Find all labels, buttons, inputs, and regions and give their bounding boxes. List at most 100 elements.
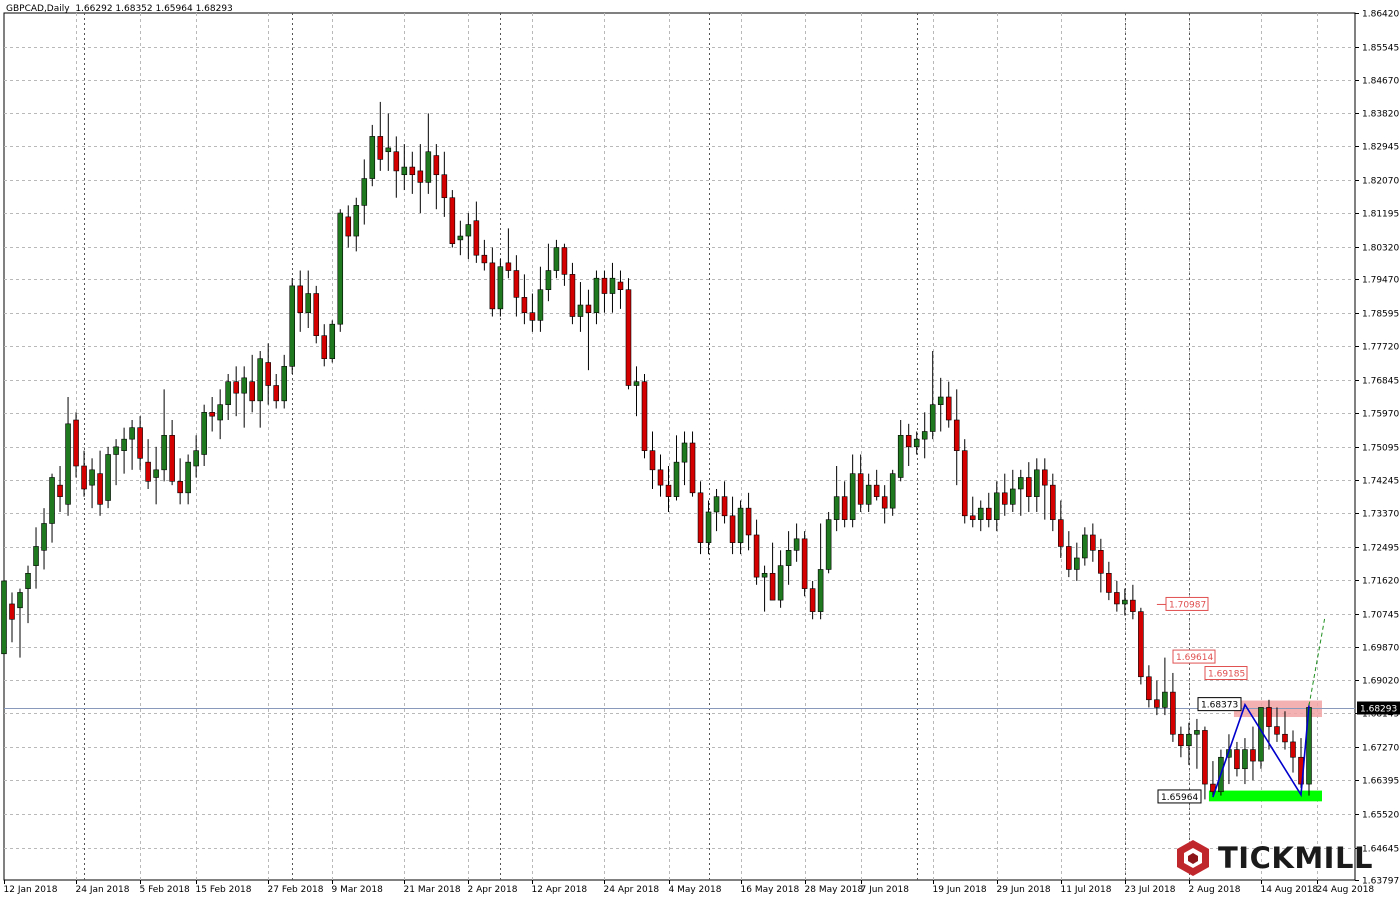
x-tick-label: 27 Feb 2018: [268, 885, 324, 895]
candle: [497, 259, 504, 317]
y-tick-label: 1.76845: [1362, 377, 1399, 387]
y-tick-label: 1.69020: [1362, 677, 1399, 687]
candle-body: [193, 450, 199, 467]
candle-body: [1001, 492, 1008, 505]
candle-body: [809, 588, 816, 612]
candle-body: [1082, 534, 1088, 559]
candle-body: [329, 323, 336, 359]
y-tick-label: 1.73370: [1362, 510, 1399, 520]
y-tick-label: 1.79470: [1362, 276, 1399, 286]
candle-body: [825, 519, 832, 570]
candle-body: [409, 166, 416, 176]
y-tick-label: 1.77720: [1362, 343, 1399, 353]
candle-body: [305, 293, 312, 313]
candle-body: [1186, 733, 1192, 747]
candle-body: [1138, 611, 1144, 678]
candle-body: [289, 285, 296, 367]
hexagon-logo-icon: [1177, 840, 1209, 876]
candle-body: [1290, 741, 1296, 758]
candle-body: [617, 281, 624, 290]
candle-body: [25, 572, 31, 589]
candle-body: [761, 572, 768, 578]
x-tick-label: 15 Feb 2018: [196, 885, 252, 895]
candle-body: [881, 496, 888, 509]
candle-body: [769, 572, 776, 601]
candle-body: [625, 289, 632, 386]
price-label-red: 1.69614: [1172, 649, 1216, 664]
candle-body: [1017, 477, 1024, 490]
extreme-label: 1.65964: [1157, 789, 1202, 804]
candle-body: [889, 473, 896, 509]
candle-body: [73, 419, 79, 467]
candle-body: [401, 166, 408, 176]
candle-body: [745, 507, 752, 536]
candle-body: [233, 381, 239, 394]
x-tick-label: 21 Mar 2018: [404, 885, 461, 895]
candle-body: [449, 197, 456, 245]
x-tick-label: 19 Jun 2018: [933, 885, 987, 895]
candle-body: [273, 385, 279, 402]
candle-body: [649, 450, 656, 471]
candle-body: [569, 274, 576, 317]
candle: [105, 446, 111, 509]
candle-body: [1234, 749, 1240, 770]
candle-body: [1026, 477, 1032, 497]
x-tick-label: 11 Jul 2018: [1061, 885, 1112, 895]
tickmill-logo: TICKMILL: [1174, 836, 1384, 880]
candle: [337, 209, 344, 332]
candle-body: [1098, 550, 1104, 574]
price-label-text: 1.69185: [1208, 670, 1245, 680]
candle-body: [833, 496, 840, 520]
candle-body: [561, 247, 568, 275]
candle-body: [1250, 749, 1256, 762]
candle-body: [177, 481, 183, 494]
y-tick-label: 1.80320: [1362, 244, 1399, 254]
x-tick-label: 4 May 2018: [669, 885, 722, 895]
candle-body: [89, 469, 95, 486]
support-zone: [1208, 790, 1322, 802]
candle-body: [497, 266, 504, 310]
candle-body: [57, 484, 63, 497]
candle-body: [705, 511, 712, 543]
current-price-tag: 1.68293: [1357, 701, 1400, 715]
candle-body: [465, 224, 472, 237]
candle-body: [553, 247, 560, 271]
candle-body: [513, 270, 520, 298]
candle-body: [129, 427, 135, 440]
candle-body: [257, 358, 263, 402]
candle-body: [929, 404, 936, 432]
candle-body: [841, 496, 848, 520]
x-tick-label: 24 Apr 2018: [604, 885, 660, 895]
x-tick-label: 28 May 2018: [805, 885, 864, 895]
candle-body: [985, 507, 992, 520]
x-tick-label: 12 Jan 2018: [4, 885, 58, 895]
candle-body: [849, 473, 856, 520]
candle-body: [641, 381, 648, 451]
candle: [329, 320, 336, 363]
y-tick-label: 1.72495: [1362, 544, 1399, 554]
y-tick-label: 1.71620: [1362, 577, 1399, 587]
y-tick-label: 1.66395: [1362, 777, 1399, 787]
candle-body: [521, 297, 528, 313]
candle-body: [673, 461, 680, 497]
candle-body: [713, 496, 720, 513]
candle-body: [721, 496, 728, 517]
candle-body: [937, 396, 944, 405]
candle-body: [905, 435, 912, 448]
chart-header: GBPCAD,Daily 1.66292 1.68352 1.65964 1.6…: [6, 4, 233, 14]
candle-body: [313, 293, 320, 336]
y-tick-label: 1.69870: [1362, 644, 1399, 654]
candle-body: [785, 550, 792, 566]
candle-body: [441, 174, 448, 199]
candle-body: [353, 205, 360, 237]
y-tick-label: 1.82945: [1362, 143, 1399, 153]
candle-body: [169, 435, 175, 482]
candle: [625, 278, 632, 390]
candle-body: [897, 435, 904, 478]
candle-body: [225, 381, 231, 405]
candle-body: [105, 454, 111, 501]
price-label-red: 1.69185: [1204, 666, 1248, 681]
x-tick-label: 29 Jun 2018: [997, 885, 1051, 895]
y-tick-label: 1.85545: [1362, 44, 1399, 54]
candle-body: [1058, 519, 1064, 547]
